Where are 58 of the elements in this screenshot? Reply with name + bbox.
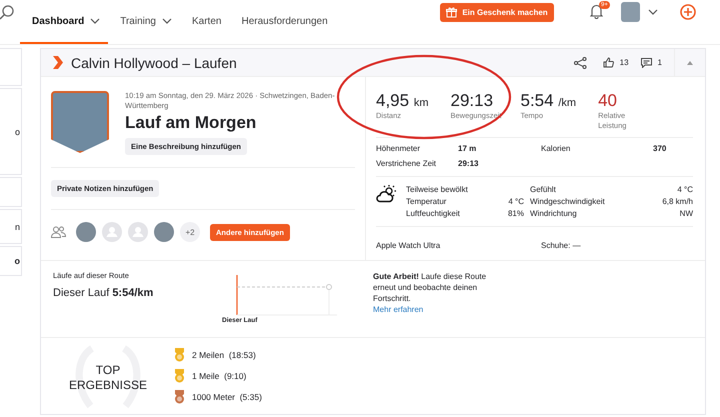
best-effort-text: 1000 Meter (5:35) xyxy=(192,392,262,402)
weather-value: 81% xyxy=(506,209,524,218)
learn-more-link[interactable]: Mehr erfahren xyxy=(373,305,424,314)
weather-label: Windgeschwindigkeit xyxy=(530,197,606,206)
encouragement-text: Gute Arbeit! Laufe diese Route erneut und beobachte deinen Fortschritt. xyxy=(373,272,486,303)
weather-value: 6,8 km/h xyxy=(661,197,693,206)
activity-name: Lauf am Morgen xyxy=(125,113,258,133)
stat-value: 17 m xyxy=(458,144,478,153)
more-count[interactable]: +2 xyxy=(180,222,200,242)
comment-icon[interactable] xyxy=(640,58,652,68)
kudos-count[interactable]: 13 xyxy=(620,58,629,67)
nav-tab[interactable]: Dashboard xyxy=(20,0,108,44)
add-icon[interactable] xyxy=(680,4,696,20)
bell-icon[interactable] xyxy=(590,4,603,19)
avatar-photo[interactable] xyxy=(154,222,174,242)
weather-condition: Teilweise bewölkt xyxy=(406,185,469,194)
stat-label: Höhenmeter xyxy=(376,144,422,153)
device-name: Apple Watch Ultra xyxy=(376,241,442,250)
weather-label: Luftfeuchtigkeit xyxy=(406,209,461,218)
weather-label: Windrichtung xyxy=(530,209,578,218)
avatar-photo[interactable] xyxy=(621,2,640,22)
best-effort-text: 2 Meilen (18:53) xyxy=(192,350,256,360)
stat-value: 29:13 xyxy=(458,159,480,168)
comment-count[interactable]: 1 xyxy=(658,58,662,67)
gift-icon xyxy=(446,7,458,18)
chevron-icon xyxy=(53,56,63,69)
group-icon xyxy=(51,226,66,238)
stat-value: 370 xyxy=(653,144,668,153)
search-icon[interactable] xyxy=(0,5,14,21)
stat-value: 4,95 km xyxy=(376,91,428,111)
weather-label: Temperatur xyxy=(406,197,448,206)
stat-value: 40 xyxy=(598,91,618,111)
nav-tab[interactable]: Herausforderungen xyxy=(233,0,336,44)
stat-label: Kalorien xyxy=(541,144,572,153)
weather-value: 4 °C xyxy=(676,185,693,194)
stat-value: 29:13 xyxy=(450,91,494,111)
avatar-photo[interactable] xyxy=(76,222,96,242)
sidebar-text[interactable]: n xyxy=(14,222,20,232)
thumbs-up-icon[interactable] xyxy=(602,57,614,68)
stat-value: 5:54 /km xyxy=(520,91,576,111)
nav-tab[interactable]: Karten xyxy=(184,0,230,44)
this-run-pace: Dieser Lauf 5:54/km xyxy=(53,287,154,299)
weather-value: NW xyxy=(678,209,693,218)
stat-label: Verstrichene Zeit xyxy=(376,159,438,168)
sidebar-text[interactable]: o xyxy=(14,126,20,136)
caret-icon[interactable] xyxy=(648,9,658,15)
nav-tab[interactable]: Training xyxy=(112,0,180,44)
weather-partly-cloudy-icon xyxy=(376,185,398,203)
collapse-icon[interactable] xyxy=(687,60,693,64)
weather-label: Gefühlt xyxy=(530,185,557,194)
weather-value: 4 °C xyxy=(507,197,524,206)
shoes-label: Schuhe: — xyxy=(541,241,581,250)
share-icon[interactable] xyxy=(574,56,587,68)
athlete-photo-placeholder xyxy=(51,91,109,153)
best-effort-text: 1 Meile (9:10) xyxy=(192,371,246,381)
top-results-title: TOP ERGEBNISSE xyxy=(68,363,148,393)
sidebar-text[interactable]: o xyxy=(14,256,20,266)
activity-title: Calvin Hollywood – Laufen xyxy=(71,54,237,70)
